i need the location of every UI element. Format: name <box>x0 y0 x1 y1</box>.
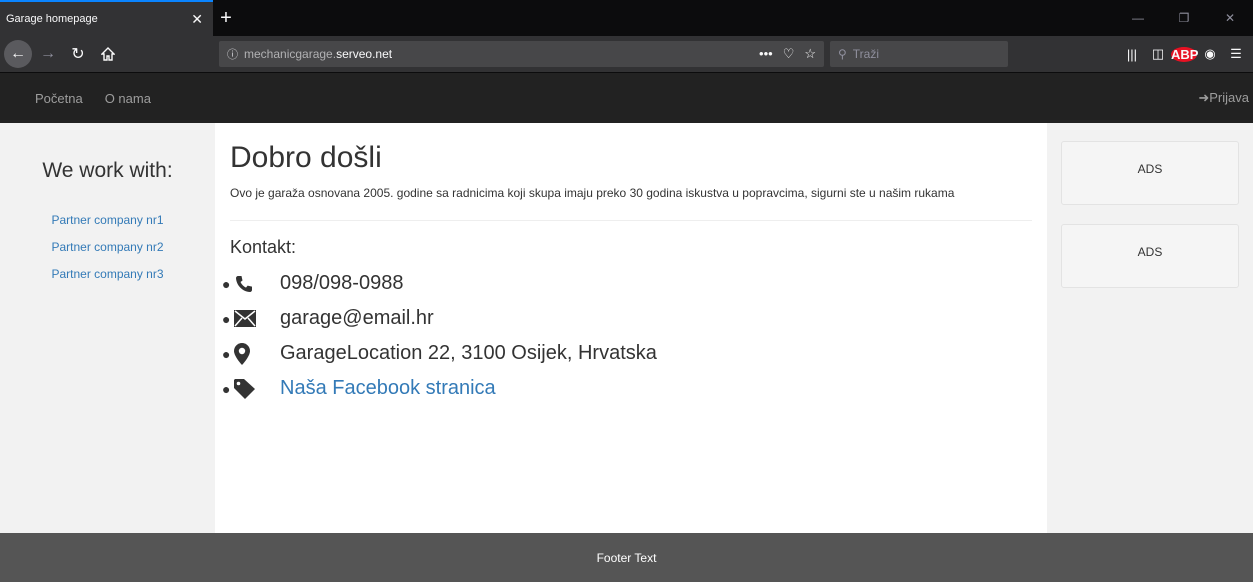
contact-item: ● GarageLocation 22, 3100 Osijek, Hrvats… <box>222 342 657 365</box>
tab-close-icon[interactable]: ✕ <box>191 11 203 28</box>
contact-heading: Kontakt: <box>230 237 297 257</box>
adblock-icon[interactable]: ABP <box>1171 46 1198 62</box>
envelope-icon <box>234 310 280 327</box>
right-sidebar: ADS ADS <box>1047 123 1253 533</box>
map-marker-icon <box>234 342 280 365</box>
intro-text: Ovo je garaža osnovana 2005. godine sa r… <box>230 186 955 200</box>
search-icon: ⚲ <box>838 47 847 61</box>
contact-item: ● 098/098-0988 <box>222 272 404 294</box>
account-icon[interactable]: ◉ <box>1197 46 1223 62</box>
partner-link[interactable]: Partner company nr2 <box>0 240 215 254</box>
reload-icon[interactable]: ↻ <box>64 40 92 68</box>
url-bar[interactable]: ⓘ mechanicgarage. serveo.net ••• ♡ ☆ <box>219 41 824 67</box>
login-label: Prijava <box>1209 90 1249 105</box>
search-field[interactable]: ⚲ Traži <box>830 41 1008 67</box>
url-prefix: mechanicgarage. <box>244 47 337 61</box>
contact-phone: 098/098-0988 <box>280 272 404 294</box>
forward-arrow-icon[interactable]: → <box>34 40 62 68</box>
sidebar-icon[interactable]: ◫ <box>1145 46 1171 62</box>
new-tab-button[interactable]: + <box>213 0 239 36</box>
window-controls: — ❐ ✕ <box>1115 0 1253 36</box>
site-info-icon[interactable]: ⓘ <box>227 46 238 62</box>
contact-address: GarageLocation 22, 3100 Osijek, Hrvatska <box>280 342 657 364</box>
library-icon[interactable]: ||| <box>1119 47 1145 62</box>
site-navbar: Početna O nama ➜Prijava <box>0 73 1253 123</box>
browser-navbar: ← → ↻ ⓘ mechanicgarage. serveo.net ••• ♡ … <box>0 36 1253 73</box>
partner-link[interactable]: Partner company nr3 <box>0 267 215 281</box>
restore-icon[interactable]: ❐ <box>1161 11 1207 25</box>
partners-heading: We work with: <box>42 159 173 182</box>
close-window-icon[interactable]: ✕ <box>1207 11 1253 25</box>
ad-box[interactable]: ADS <box>1061 141 1239 205</box>
search-placeholder: Traži <box>852 47 880 61</box>
divider <box>230 220 1032 221</box>
facebook-link[interactable]: Naša Facebook stranica <box>280 377 496 400</box>
tab-title: Garage homepage <box>6 13 98 25</box>
nav-link-about[interactable]: O nama <box>105 91 151 106</box>
url-domain: serveo.net <box>336 47 393 61</box>
contact-item: ● garage@email.hr <box>222 307 434 329</box>
page-actions-icon[interactable]: ••• <box>759 46 773 62</box>
sign-in-icon: ➜ <box>1198 90 1210 105</box>
home-icon[interactable] <box>94 40 122 68</box>
page-title: Dobro došli <box>230 141 382 174</box>
bookmark-star-icon[interactable]: ☆ <box>804 46 816 62</box>
tag-icon <box>234 378 280 399</box>
login-link[interactable]: ➜Prijava <box>1198 90 1249 106</box>
contact-list: ● 098/098-0988 ● garage@email.hr ● Garag… <box>222 266 1032 406</box>
nav-link-home[interactable]: Početna <box>35 91 83 106</box>
ad-box[interactable]: ADS <box>1061 224 1239 288</box>
contact-email: garage@email.hr <box>280 307 434 329</box>
browser-tabbar: Garage homepage ✕ + — ❐ ✕ <box>0 0 1253 36</box>
site-footer: Footer Text <box>0 533 1253 582</box>
partner-link[interactable]: Partner company nr1 <box>0 213 215 227</box>
pocket-icon[interactable]: ♡ <box>783 46 795 62</box>
page-body: We work with: Partner company nr1 Partne… <box>0 123 1253 533</box>
partners-list: Partner company nr1 Partner company nr2 … <box>0 213 215 281</box>
minimize-icon[interactable]: — <box>1115 11 1161 25</box>
footer-text: Footer Text <box>596 550 657 565</box>
main-content: Dobro došli Ovo je garaža osnovana 2005.… <box>215 123 1047 533</box>
phone-icon <box>234 274 280 294</box>
browser-tab[interactable]: Garage homepage ✕ <box>0 0 213 36</box>
menu-icon[interactable]: ☰ <box>1223 46 1249 62</box>
left-sidebar: We work with: Partner company nr1 Partne… <box>0 123 215 533</box>
back-arrow-icon[interactable]: ← <box>4 40 32 68</box>
contact-item: ● Naša Facebook stranica <box>222 377 496 400</box>
